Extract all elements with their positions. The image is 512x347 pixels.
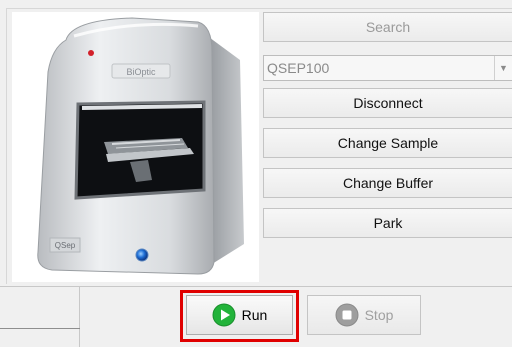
stop-button-label: Stop — [364, 307, 394, 323]
stop-button[interactable]: Stop — [307, 295, 421, 335]
park-button-label: Park — [373, 215, 403, 231]
search-button[interactable]: Search — [263, 12, 512, 42]
disconnect-button[interactable]: Disconnect — [263, 88, 512, 118]
disconnect-button-label: Disconnect — [353, 95, 423, 111]
device-brand-text: QSep — [55, 241, 76, 250]
search-button-label: Search — [365, 19, 411, 35]
instrument-illustration-icon: BiOptic QSep — [37, 17, 244, 275]
change-sample-button[interactable]: Change Sample — [263, 128, 512, 158]
change-sample-button-label: Change Sample — [337, 135, 439, 151]
instrument-select[interactable]: QSEP100 ▼ — [263, 55, 512, 81]
svg-text:BiOptic: BiOptic — [126, 67, 156, 77]
run-button[interactable]: Run — [186, 295, 293, 335]
stop-circle-icon — [335, 303, 359, 327]
instrument-select-value: QSEP100 — [267, 60, 330, 76]
bottom-left-separator — [0, 328, 80, 329]
chevron-down-icon[interactable]: ▼ — [494, 56, 512, 80]
park-button[interactable]: Park — [263, 208, 512, 238]
bottom-left-panel — [0, 286, 80, 347]
change-buffer-button[interactable]: Change Buffer — [263, 168, 512, 198]
play-circle-icon — [212, 303, 236, 327]
device-image: BiOptic QSep — [12, 12, 259, 282]
bottom-divider — [80, 286, 512, 287]
run-button-label: Run — [241, 307, 268, 323]
change-buffer-button-label: Change Buffer — [342, 175, 434, 191]
